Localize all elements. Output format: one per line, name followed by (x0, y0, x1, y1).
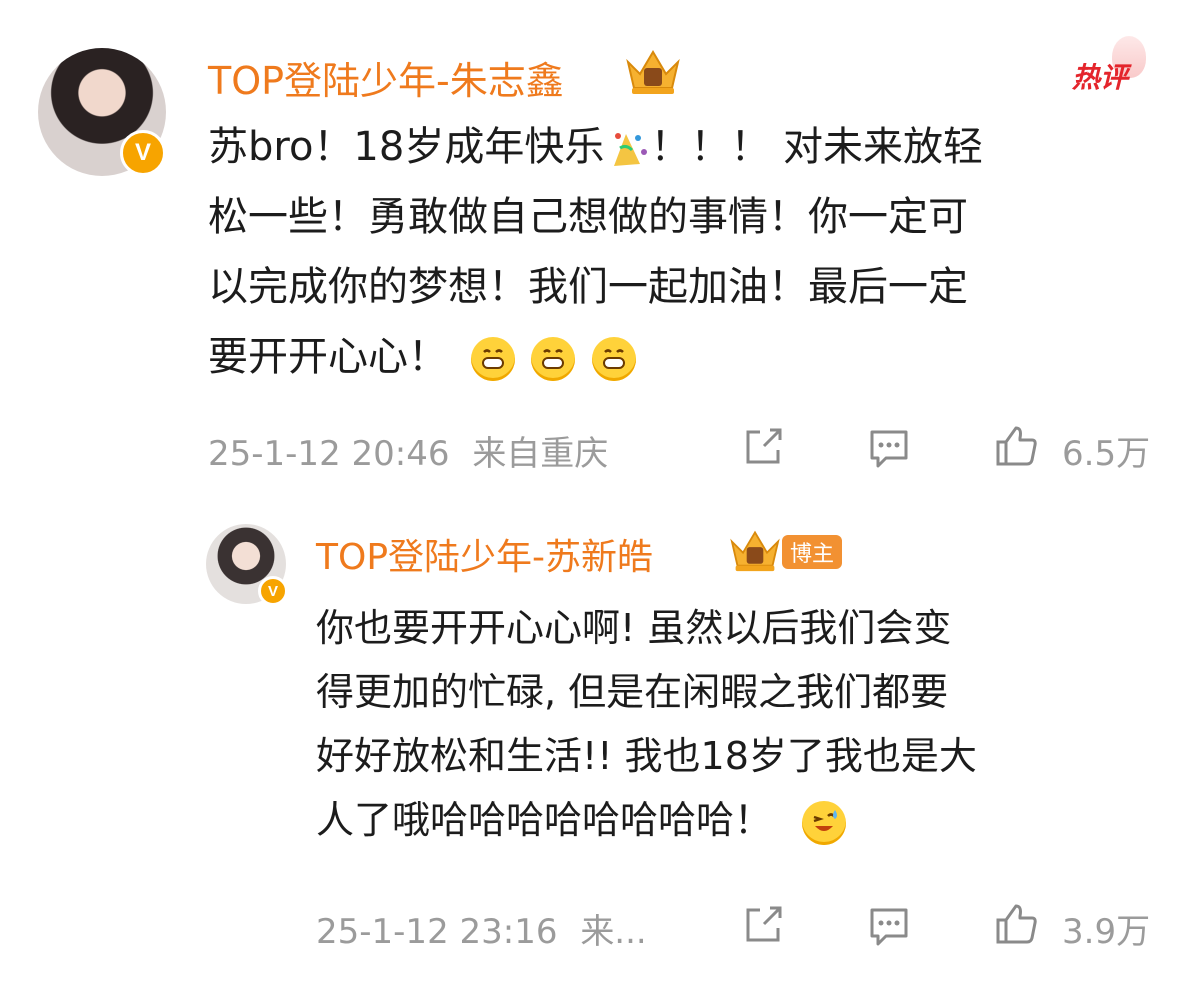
verified-badge: V (120, 130, 166, 176)
grin-emoji (470, 337, 515, 381)
comment-location: 来自重庆 (472, 434, 609, 474)
party-popper-emoji (604, 126, 651, 172)
reply-line-1: 你也要开开心心啊! 虽然以后我们会变 (316, 606, 952, 650)
share-icon[interactable] (742, 426, 786, 468)
crown-badge-icon (622, 44, 684, 96)
like-icon[interactable] (994, 902, 1040, 946)
reply-text: 你也要开开心心啊! 虽然以后我们会变 得更加的忙碌, 但是在闲暇之我们都要 好好… (316, 596, 1176, 852)
comment-icon[interactable] (866, 906, 912, 948)
comment-line-1: 苏bro！18岁成年快乐 ！！！ 对未来放轻 (208, 124, 984, 172)
comment-line-3: 以完成你的梦想！我们一起加油！最后一定 (208, 264, 968, 310)
blogger-tag: 博主 (782, 535, 843, 569)
reply-timestamp: 25-1-12 23:16 (316, 912, 558, 952)
reply-like-count: 3.9万 (1062, 912, 1151, 952)
reply-meta: 25-1-12 23:16 来... (316, 904, 647, 953)
grin-emoji (592, 337, 637, 381)
comment-text: 苏bro！18岁成年快乐 ！！！ 对未来放轻 松一些！勇敢做自己想做的事情！你一… (208, 112, 1168, 392)
comment-icon[interactable] (866, 428, 912, 470)
comment-line-4: 要开开心心！ (208, 322, 1168, 392)
reply-username[interactable]: TOP登陆少年-苏新皓 (316, 528, 653, 580)
share-icon[interactable] (742, 904, 786, 946)
reply-location: 来... (580, 912, 647, 952)
crown-badge-icon (724, 524, 786, 574)
comment-line-2: 松一些！勇敢做自己想做的事情！你一定可 (208, 194, 968, 240)
comment-username[interactable]: TOP登陆少年-朱志鑫 (208, 50, 564, 105)
reply-line-3: 好好放松和生活!! 我也18岁了我也是大 (316, 734, 977, 778)
reply-line-4: 人了哦哈哈哈哈哈哈哈哈！ (316, 788, 1176, 852)
laugh-sweat-emoji (802, 800, 847, 845)
comment-timestamp: 25-1-12 20:46 (208, 434, 450, 474)
hot-comment-badge: 热评 (1072, 61, 1129, 94)
reply-line-2: 得更加的忙碌, 但是在闲暇之我们都要 (316, 670, 949, 714)
reply-verified-badge: V (258, 576, 288, 606)
like-icon[interactable] (994, 424, 1040, 468)
like-count: 6.5万 (1062, 434, 1151, 474)
comment-meta: 25-1-12 20:46 来自重庆 (208, 426, 608, 475)
grin-emoji (531, 337, 576, 381)
